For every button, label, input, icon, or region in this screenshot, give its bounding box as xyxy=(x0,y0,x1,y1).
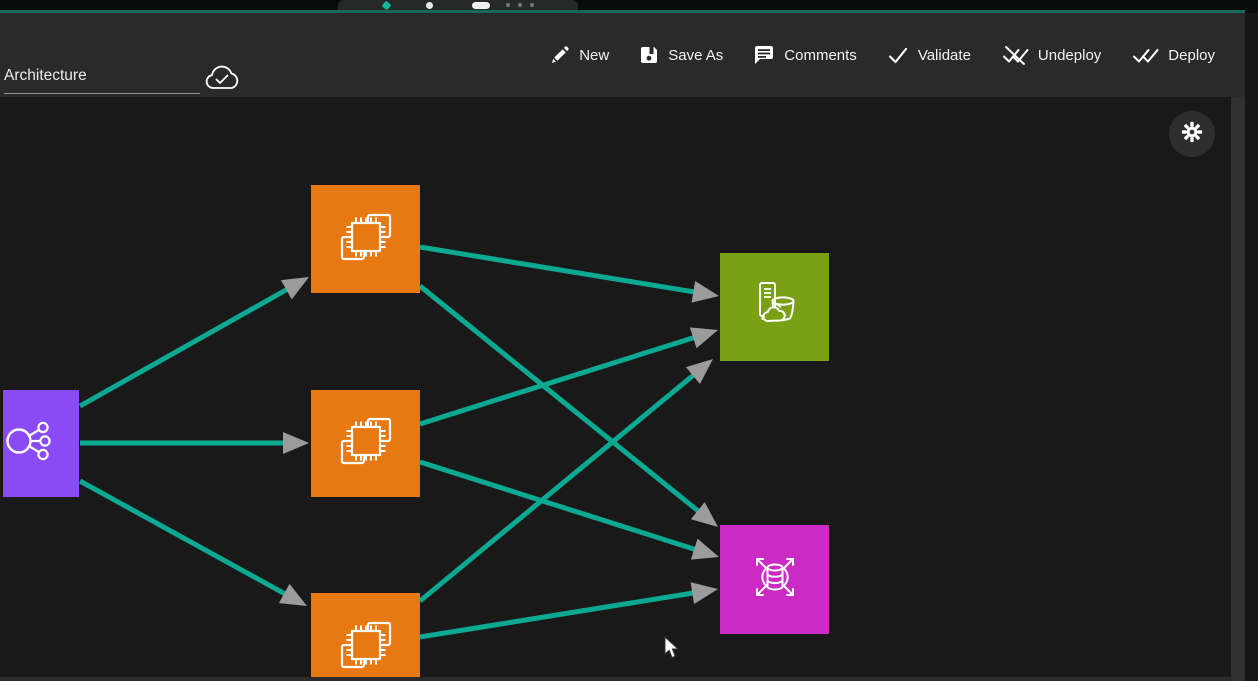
button-label: Validate xyxy=(918,47,971,64)
window-bottom-edge xyxy=(0,677,1231,681)
deploy-button[interactable]: Deploy xyxy=(1131,44,1215,66)
diagram-title-input[interactable]: Architecture xyxy=(4,63,200,94)
gear-icon xyxy=(1177,117,1207,152)
node-storage[interactable] xyxy=(720,253,829,361)
compute-chip-icon xyxy=(337,208,395,271)
comments-button[interactable]: Comments xyxy=(753,45,857,65)
accent-divider xyxy=(0,10,1245,13)
button-label: Deploy xyxy=(1168,47,1215,64)
node-compute-1[interactable] xyxy=(311,185,420,293)
save-icon xyxy=(639,45,659,65)
connection-lines xyxy=(0,97,1231,681)
node-compute-3[interactable] xyxy=(311,593,420,681)
tab-dot-icon xyxy=(518,3,522,7)
window-right-margin xyxy=(1245,13,1258,681)
validate-button[interactable]: Validate xyxy=(887,45,971,65)
browser-tabs-partial xyxy=(338,0,578,10)
browser-top-strip xyxy=(0,0,1258,10)
double-check-slash-icon xyxy=(1001,44,1029,66)
diagram-canvas[interactable] xyxy=(0,97,1231,681)
compute-chip-icon xyxy=(337,412,395,475)
save-as-button[interactable]: Save As xyxy=(639,45,723,65)
mouse-cursor xyxy=(664,636,681,665)
vertical-scrollbar[interactable] xyxy=(1231,97,1245,681)
compute-chip-icon xyxy=(337,616,395,679)
tab-dot-icon xyxy=(530,3,534,7)
check-icon xyxy=(887,45,909,65)
button-label: New xyxy=(579,47,609,64)
database-scale-icon xyxy=(747,549,803,610)
load-balancer-icon xyxy=(5,417,53,470)
double-check-icon xyxy=(1131,44,1159,66)
tab-dot-icon xyxy=(506,3,510,7)
tab-logo-icon xyxy=(382,1,392,11)
canvas-settings-button[interactable] xyxy=(1169,111,1215,157)
new-button[interactable]: New xyxy=(550,45,609,65)
button-label: Undeploy xyxy=(1038,47,1101,64)
button-label: Save As xyxy=(668,47,723,64)
node-database[interactable] xyxy=(720,525,829,634)
toolbar-actions: New Save As Comments xyxy=(550,13,1215,97)
server-bucket-icon xyxy=(747,277,803,338)
app-toolbar: Architecture New xyxy=(0,13,1245,97)
comments-icon xyxy=(753,45,775,65)
tab-favicon-icon xyxy=(472,2,490,9)
node-compute-2[interactable] xyxy=(311,390,420,497)
node-load-balancer[interactable] xyxy=(3,390,79,497)
tab-favicon-icon xyxy=(426,2,433,9)
undeploy-button[interactable]: Undeploy xyxy=(1001,44,1101,66)
button-label: Comments xyxy=(784,47,857,64)
cloud-check-icon xyxy=(204,64,240,99)
pencil-icon xyxy=(550,45,570,65)
